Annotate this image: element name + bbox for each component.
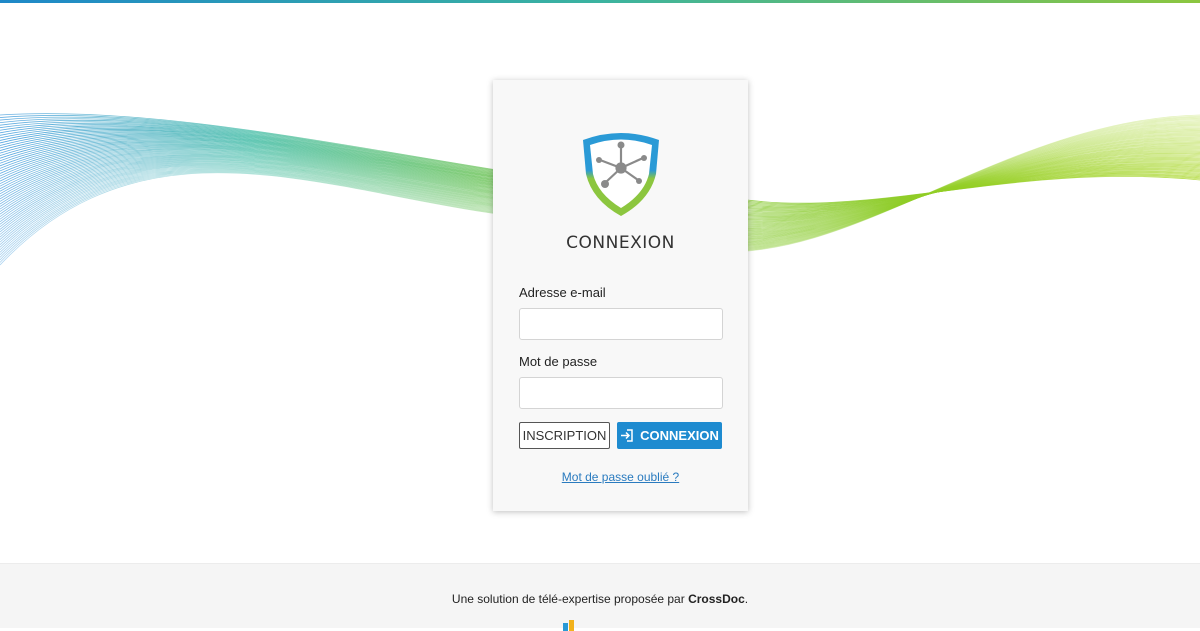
login-title: CONNEXION xyxy=(566,233,675,253)
footer-text: Une solution de télé-expertise proposée … xyxy=(0,592,1200,606)
footer-brand: CrossDoc xyxy=(688,592,745,606)
login-button[interactable]: CONNEXION xyxy=(617,422,722,449)
register-button[interactable]: INSCRIPTION xyxy=(519,422,610,449)
footer: Une solution de télé-expertise proposée … xyxy=(0,563,1200,631)
login-button-label: CONNEXION xyxy=(640,428,719,443)
wave-line-right xyxy=(699,174,1200,206)
forgot-password-link[interactable]: Mot de passe oublié ? xyxy=(493,470,748,484)
password-input[interactable] xyxy=(519,377,723,409)
shield-network-logo-icon xyxy=(583,133,659,216)
crossdoc-logo-icon xyxy=(563,620,574,631)
register-button-label: INSCRIPTION xyxy=(522,428,607,443)
footer-text-prefix: Une solution de télé-expertise proposée … xyxy=(451,592,689,606)
email-input[interactable] xyxy=(519,308,723,340)
login-card: CONNEXION Adresse e-mail Mot de passe IN… xyxy=(493,80,748,511)
password-label: Mot de passe xyxy=(519,354,598,369)
email-label: Adresse e-mail xyxy=(519,285,606,300)
sign-in-icon xyxy=(621,429,633,442)
footer-text-suffix: . xyxy=(744,592,749,606)
